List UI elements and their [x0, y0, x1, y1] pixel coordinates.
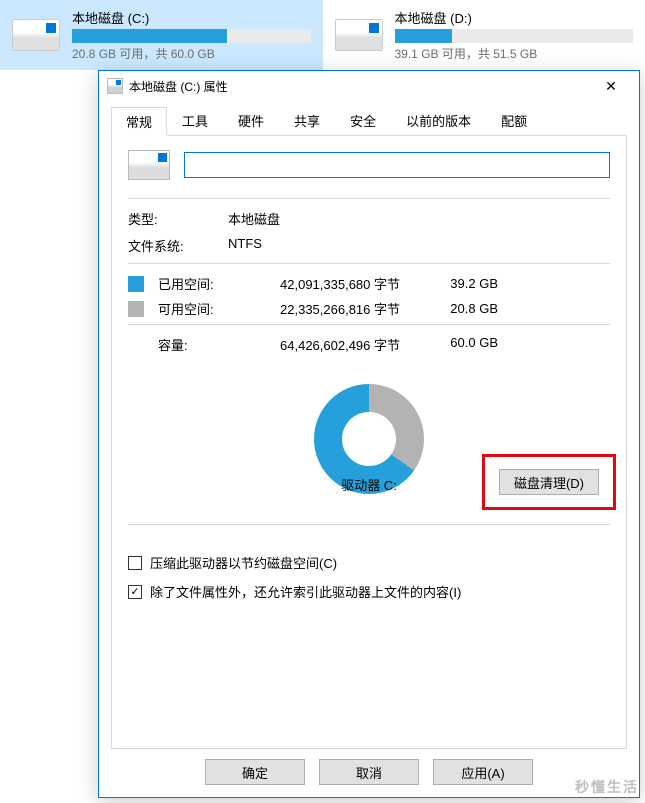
- filesystem-label: 文件系统:: [128, 236, 228, 255]
- drive-free-text: 39.1 GB 可用，共 51.5 GB: [395, 45, 634, 62]
- free-space-label: 可用空间:: [158, 299, 238, 318]
- tab-sharing[interactable]: 共享: [279, 106, 335, 135]
- tab-strip: 常规 工具 硬件 共享 安全 以前的版本 配额: [99, 101, 639, 135]
- capacity-gb: 60.0 GB: [428, 335, 498, 354]
- index-label: 除了文件属性外，还允许索引此驱动器上文件的内容(I): [150, 582, 461, 601]
- drive-label: 驱动器 C:: [341, 475, 397, 494]
- drive-icon: [335, 19, 383, 51]
- drive-name: 本地磁盘 (C:): [72, 8, 311, 27]
- drive-usage-bar: [72, 29, 311, 43]
- index-checkbox-row[interactable]: 除了文件属性外，还允许索引此驱动器上文件的内容(I): [128, 582, 610, 601]
- free-space-gb: 20.8 GB: [428, 301, 498, 316]
- drive-item-c[interactable]: 本地磁盘 (C:) 20.8 GB 可用，共 60.0 GB: [0, 0, 323, 70]
- drive-icon: [12, 19, 60, 51]
- compress-label: 压缩此驱动器以节约磁盘空间(C): [150, 553, 337, 572]
- tab-quota[interactable]: 配额: [486, 106, 542, 135]
- type-label: 类型:: [128, 209, 228, 228]
- tab-tools[interactable]: 工具: [167, 106, 223, 135]
- disk-cleanup-button[interactable]: 磁盘清理(D): [499, 469, 599, 495]
- drive-icon: [107, 78, 123, 94]
- tab-hardware[interactable]: 硬件: [223, 106, 279, 135]
- checkbox-icon[interactable]: [128, 556, 142, 570]
- used-space-bytes: 42,091,335,680 字节: [238, 274, 428, 293]
- tab-previous-versions[interactable]: 以前的版本: [391, 106, 486, 135]
- free-space-swatch: [128, 301, 144, 317]
- compress-checkbox-row[interactable]: 压缩此驱动器以节约磁盘空间(C): [128, 553, 610, 572]
- apply-button[interactable]: 应用(A): [433, 759, 533, 785]
- filesystem-value: NTFS: [228, 236, 262, 255]
- used-space-swatch: [128, 276, 144, 292]
- volume-name-input[interactable]: [184, 152, 610, 178]
- cleanup-highlight: 磁盘清理(D): [482, 454, 616, 510]
- ok-button[interactable]: 确定: [205, 759, 305, 785]
- titlebar[interactable]: 本地磁盘 (C:) 属性 ✕: [99, 71, 639, 101]
- close-button[interactable]: ✕: [591, 71, 631, 101]
- dialog-title: 本地磁盘 (C:) 属性: [129, 78, 591, 95]
- properties-dialog: 本地磁盘 (C:) 属性 ✕ 常规 工具 硬件 共享 安全 以前的版本 配额 类…: [98, 70, 640, 798]
- tab-general[interactable]: 常规: [111, 107, 167, 136]
- dialog-footer: 确定 取消 应用(A): [99, 749, 639, 797]
- tab-security[interactable]: 安全: [335, 106, 391, 135]
- drive-icon: [128, 150, 170, 180]
- drive-list: 本地磁盘 (C:) 20.8 GB 可用，共 60.0 GB 本地磁盘 (D:)…: [0, 0, 645, 70]
- type-value: 本地磁盘: [228, 209, 280, 228]
- capacity-label: 容量:: [158, 335, 238, 354]
- drive-free-text: 20.8 GB 可用，共 60.0 GB: [72, 45, 311, 62]
- checkbox-icon[interactable]: [128, 585, 142, 599]
- cancel-button[interactable]: 取消: [319, 759, 419, 785]
- tab-panel-general: 类型: 本地磁盘 文件系统: NTFS 已用空间: 42,091,335,680…: [111, 135, 627, 749]
- capacity-bytes: 64,426,602,496 字节: [238, 335, 428, 354]
- used-space-gb: 39.2 GB: [428, 276, 498, 291]
- free-space-bytes: 22,335,266,816 字节: [238, 299, 428, 318]
- drive-item-d[interactable]: 本地磁盘 (D:) 39.1 GB 可用，共 51.5 GB: [323, 0, 645, 70]
- used-space-label: 已用空间:: [158, 274, 238, 293]
- drive-usage-bar: [395, 29, 634, 43]
- drive-name: 本地磁盘 (D:): [395, 8, 634, 27]
- usage-chart: 驱动器 C: 磁盘清理(D): [128, 364, 610, 494]
